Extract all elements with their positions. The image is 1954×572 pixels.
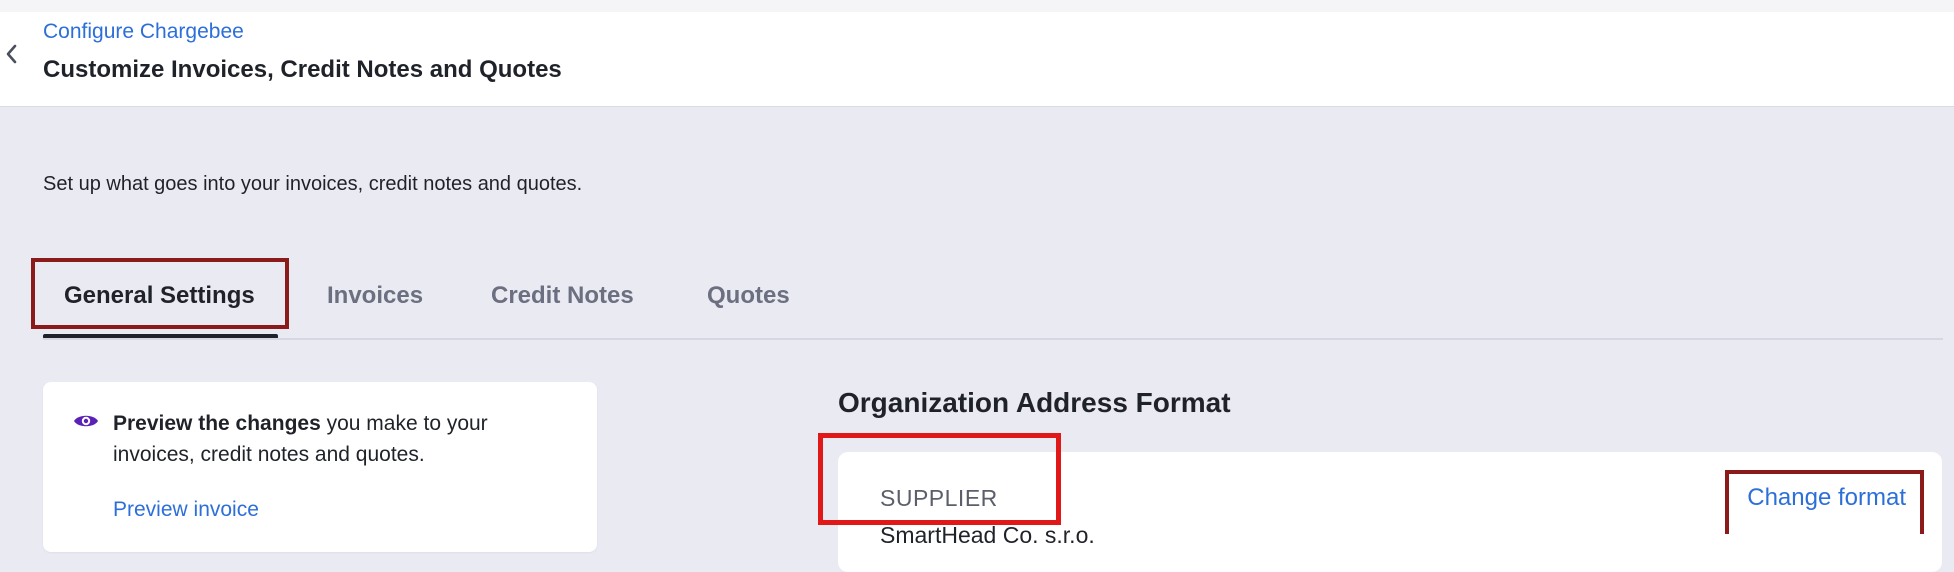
preview-invoice-link[interactable]: Preview invoice [113, 498, 259, 522]
tab-invoices[interactable]: Invoices [327, 282, 423, 310]
page-subtitle: Set up what goes into your invoices, cre… [43, 173, 583, 195]
change-format-link[interactable]: Change format [1747, 484, 1906, 512]
tab-quotes[interactable]: Quotes [707, 282, 790, 310]
back-button[interactable] [0, 40, 22, 68]
page-header: Configure Chargebee Customize Invoices, … [0, 12, 1954, 107]
organization-address-format-title: Organization Address Format [838, 387, 1231, 418]
preview-description: Preview the changes you make to your inv… [113, 408, 553, 470]
address-format-card: SUPPLIER SmartHead Co. s.r.o. Change for… [838, 452, 1942, 572]
eye-icon [74, 415, 98, 427]
supplier-label: SUPPLIER [880, 485, 998, 511]
tab-divider [43, 338, 1943, 340]
preview-bold-text: Preview the changes [113, 412, 321, 435]
supplier-company-name: SmartHead Co. s.r.o. [880, 522, 1095, 548]
breadcrumb-link[interactable]: Configure Chargebee [43, 20, 244, 44]
tab-credit-notes[interactable]: Credit Notes [491, 282, 634, 310]
chevron-left-icon [6, 44, 17, 64]
tab-general-settings[interactable]: General Settings [64, 282, 255, 310]
preview-card: Preview the changes you make to your inv… [43, 382, 597, 552]
tab-bar: General Settings Invoices Credit Notes Q… [43, 270, 1943, 340]
page-title: Customize Invoices, Credit Notes and Quo… [43, 56, 562, 83]
